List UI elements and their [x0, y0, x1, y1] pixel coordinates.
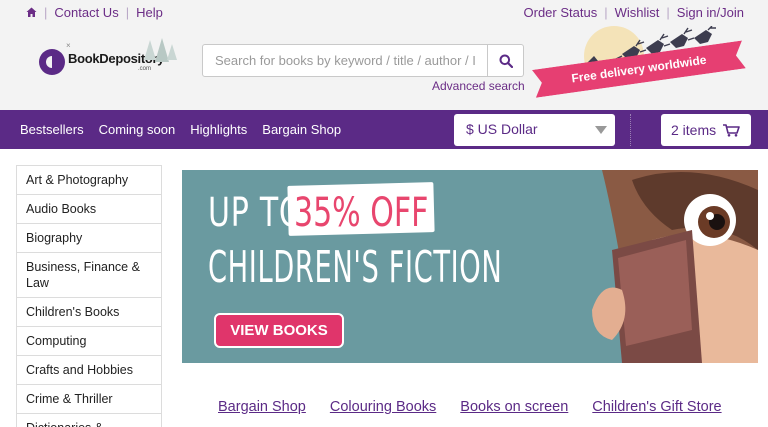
- banner-discount: 35% OFF: [294, 190, 429, 236]
- site-logo[interactable]: × BookDepository .com: [38, 36, 188, 80]
- view-books-button[interactable]: VIEW BOOKS: [214, 313, 344, 348]
- nav-coming-soon[interactable]: Coming soon: [99, 122, 176, 137]
- promo-link-colouring-books[interactable]: Colouring Books: [330, 399, 436, 415]
- logo-mark-icon: ×: [39, 42, 71, 75]
- promo-banner[interactable]: UP TO 35% OFF CHILDREN'S FICTION VIEW BO…: [182, 170, 758, 363]
- basket-count: 2 items: [671, 122, 717, 138]
- order-status-link[interactable]: Order Status: [524, 5, 598, 20]
- separator: |: [125, 5, 130, 20]
- promo-link-bargain-shop[interactable]: Bargain Shop: [218, 399, 306, 415]
- chevron-down-icon: [595, 126, 607, 134]
- category-item[interactable]: Crime & Thriller: [16, 385, 162, 414]
- category-item[interactable]: Business, Finance & Law: [16, 253, 162, 298]
- nav-divider: [630, 114, 631, 146]
- nav-highlights[interactable]: Highlights: [190, 122, 247, 137]
- basket-button[interactable]: 2 items: [661, 114, 751, 146]
- nav-links: Bestsellers Coming soon Highlights Barga…: [20, 122, 356, 137]
- category-item[interactable]: Dictionaries &: [16, 414, 162, 427]
- promo-link-childrens-gift-store[interactable]: Children's Gift Store: [592, 399, 721, 415]
- nav-bargain-shop[interactable]: Bargain Shop: [262, 122, 341, 137]
- basket-icon: [723, 124, 740, 137]
- separator: |: [604, 5, 608, 20]
- contact-us-link[interactable]: Contact Us: [54, 5, 118, 20]
- promo-link-books-on-screen[interactable]: Books on screen: [460, 399, 568, 415]
- help-link[interactable]: Help: [136, 5, 163, 20]
- wishlist-link[interactable]: Wishlist: [615, 5, 660, 20]
- svg-text:×: ×: [66, 42, 71, 50]
- currency-value: $ US Dollar: [466, 121, 538, 137]
- search-icon: [499, 54, 513, 68]
- separator: |: [666, 5, 670, 20]
- currency-select[interactable]: $ US Dollar: [454, 114, 615, 146]
- promo-links-row: Bargain Shop Colouring Books Books on sc…: [218, 399, 746, 415]
- top-right-links: Order Status | Wishlist | Sign in/Join: [524, 5, 744, 20]
- sign-in-link[interactable]: Sign in/Join: [677, 5, 744, 20]
- banner-subject: CHILDREN'S FICTION: [208, 242, 503, 293]
- logo-suffix: .com: [138, 66, 152, 72]
- top-left-links: | Contact Us | Help: [26, 5, 163, 20]
- category-item[interactable]: Biography: [16, 224, 162, 253]
- child-reading-illustration: [592, 170, 758, 363]
- search-button[interactable]: [488, 44, 524, 77]
- search-input[interactable]: [202, 44, 488, 77]
- home-icon[interactable]: [26, 7, 37, 18]
- advanced-search-link[interactable]: Advanced search: [432, 79, 525, 93]
- site-header: × BookDepository .com Advanced search: [0, 26, 768, 110]
- category-item[interactable]: Audio Books: [16, 195, 162, 224]
- main-nav-bar: Bestsellers Coming soon Highlights Barga…: [0, 110, 768, 149]
- top-utility-bar: | Contact Us | Help Order Status | Wishl…: [0, 0, 768, 26]
- snowy-trees-icon: [144, 38, 177, 62]
- category-item[interactable]: Crafts and Hobbies: [16, 356, 162, 385]
- category-item[interactable]: Children's Books: [16, 298, 162, 327]
- separator: |: [44, 5, 48, 20]
- category-sidebar: Art & Photography Audio Books Biography …: [16, 165, 162, 427]
- category-item[interactable]: Computing: [16, 327, 162, 356]
- category-item[interactable]: Art & Photography: [16, 165, 162, 195]
- nav-bestsellers[interactable]: Bestsellers: [20, 122, 84, 137]
